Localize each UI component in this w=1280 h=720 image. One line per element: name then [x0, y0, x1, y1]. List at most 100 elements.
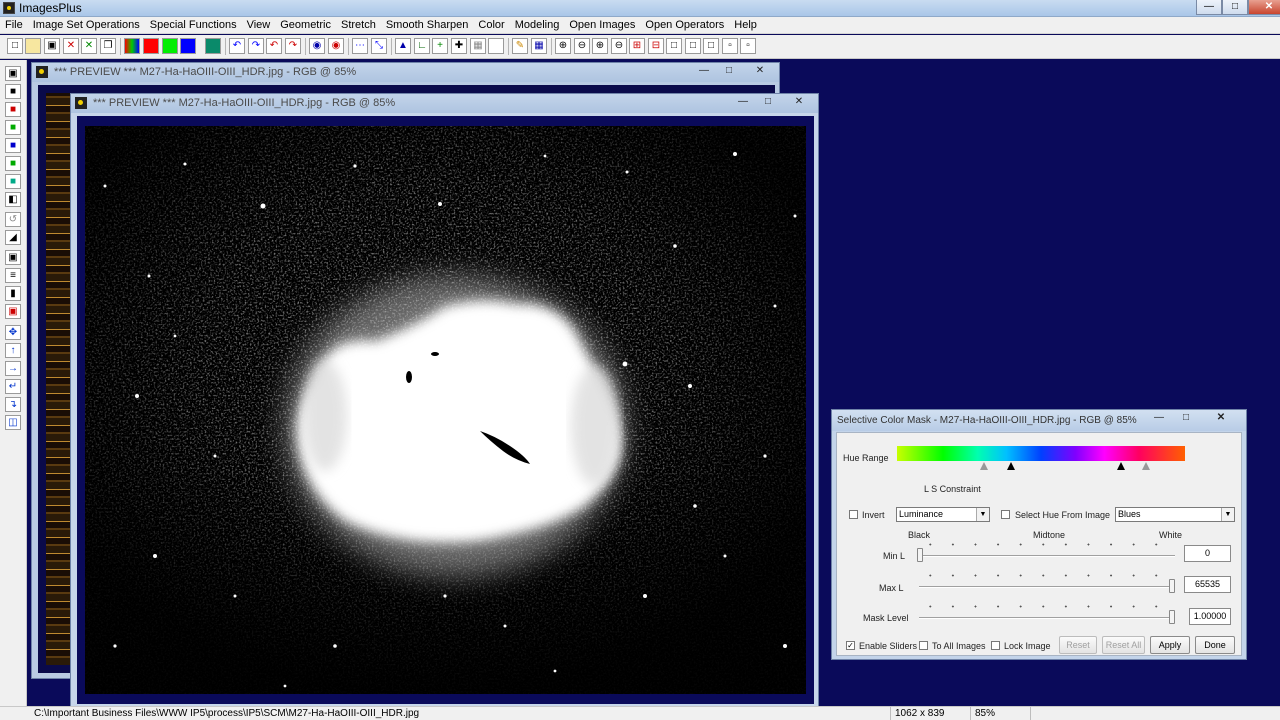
luminance-icon[interactable]	[205, 38, 221, 54]
select-area-icon[interactable]: ⤡	[371, 38, 387, 54]
grid-icon[interactable]: ▦	[470, 38, 486, 54]
reload-icon[interactable]: ↺	[5, 212, 21, 227]
close-icon[interactable]: ✕	[742, 64, 778, 79]
redo-icon[interactable]: ↷	[248, 38, 264, 54]
blue-channel-icon[interactable]	[180, 38, 196, 54]
rgb-channels-icon[interactable]	[124, 38, 140, 54]
max-l-value[interactable]: 65535	[1184, 576, 1231, 593]
crosshair-icon[interactable]: ✚	[451, 38, 467, 54]
mask-preview-image[interactable]	[85, 126, 806, 694]
hue-marker-right-inner[interactable]	[1117, 462, 1125, 470]
maximize-icon[interactable]: □	[1173, 411, 1199, 426]
blue-square-icon[interactable]: ■	[5, 138, 21, 153]
frame-5-icon[interactable]: ▫	[740, 38, 756, 54]
reset-button[interactable]: Reset	[1059, 636, 1097, 654]
rotate-left-icon[interactable]: ↵	[5, 379, 21, 394]
zoom-actual-icon[interactable]: ⊖	[611, 38, 627, 54]
teal-black-icon[interactable]: ■	[5, 174, 21, 189]
zoom-minus-red-icon[interactable]: ⊟	[648, 38, 664, 54]
frame-2-icon[interactable]: □	[685, 38, 701, 54]
red-channel-icon[interactable]	[143, 38, 159, 54]
menu-modeling[interactable]: Modeling	[510, 19, 565, 31]
minimize-icon[interactable]: —	[1146, 411, 1172, 426]
green-black-icon[interactable]: ■	[5, 156, 21, 171]
move-icon[interactable]: ✥	[5, 325, 21, 340]
rotate-right-icon[interactable]: ↴	[5, 397, 21, 412]
done-button[interactable]: Done	[1195, 636, 1235, 654]
frame-1-icon[interactable]: □	[666, 38, 682, 54]
min-l-slider[interactable]	[917, 548, 923, 562]
frame-select-icon[interactable]: ▣	[5, 250, 21, 265]
minimize-icon[interactable]: —	[1196, 0, 1222, 15]
zoom-out-icon[interactable]: ⊖	[574, 38, 590, 54]
gradient-icon[interactable]: ◢	[5, 230, 21, 245]
maximize-icon[interactable]: □	[717, 64, 741, 79]
menu-open-operators[interactable]: Open Operators	[640, 19, 729, 31]
invert-checkbox[interactable]	[849, 510, 858, 519]
minimize-icon[interactable]: —	[692, 64, 716, 79]
green-channel-icon[interactable]	[162, 38, 178, 54]
close-icon[interactable]: ✕	[1200, 411, 1242, 426]
zoom-plus-red-icon[interactable]: ⊞	[629, 38, 645, 54]
menu-image-set-operations[interactable]: Image Set Operations	[28, 19, 145, 31]
arrow-right-icon[interactable]: →	[5, 361, 21, 376]
black-bar-icon[interactable]: ▮	[5, 286, 21, 301]
save-icon[interactable]: ▣	[44, 38, 60, 54]
flip-icon[interactable]: ◫	[5, 415, 21, 430]
hue-spectrum-bar[interactable]	[897, 446, 1185, 461]
reset-all-button[interactable]: Reset All	[1102, 636, 1145, 654]
menu-special-functions[interactable]: Special Functions	[145, 19, 242, 31]
green-square-icon[interactable]: ■	[5, 120, 21, 135]
menu-smooth-sharpen[interactable]: Smooth Sharpen	[381, 19, 474, 31]
mask-red-icon[interactable]: ◉	[328, 38, 344, 54]
list-icon[interactable]: ≡	[5, 268, 21, 283]
copy-icon[interactable]: ❐	[100, 38, 116, 54]
mask-level-value[interactable]: 1.00000	[1189, 608, 1231, 625]
arrow-up-icon[interactable]: ↑	[5, 343, 21, 358]
undo-icon[interactable]: ↶	[229, 38, 245, 54]
select-hue-checkbox[interactable]	[1001, 510, 1010, 519]
new-file-icon[interactable]: □	[7, 38, 23, 54]
minimize-icon[interactable]: —	[731, 95, 755, 110]
apply-button[interactable]: Apply	[1150, 636, 1190, 654]
mask-icon[interactable]: ◉	[309, 38, 325, 54]
open-folder-icon[interactable]	[25, 38, 41, 54]
frame-3-icon[interactable]: □	[703, 38, 719, 54]
black-square-icon[interactable]: ■	[5, 84, 21, 99]
zoom-in-icon[interactable]: ⊕	[555, 38, 571, 54]
red-square-icon[interactable]: ■	[5, 102, 21, 117]
mask-level-slider[interactable]	[1169, 610, 1175, 624]
pencil-icon[interactable]: ✎	[512, 38, 528, 54]
menu-help[interactable]: Help	[729, 19, 762, 31]
blank-tool-icon[interactable]	[488, 38, 504, 54]
curve-icon[interactable]: ∟	[414, 38, 430, 54]
menu-stretch[interactable]: Stretch	[336, 19, 381, 31]
frame-4-icon[interactable]: ▫	[722, 38, 738, 54]
close-image-icon[interactable]: ✕	[63, 38, 79, 54]
plus-icon[interactable]: +	[432, 38, 448, 54]
maximize-icon[interactable]: □	[1222, 0, 1248, 15]
max-l-slider[interactable]	[1169, 579, 1175, 593]
hue-preset-select[interactable]: Blues ▼	[1115, 507, 1235, 522]
redo-all-icon[interactable]: ↷	[285, 38, 301, 54]
hue-marker-left-outer[interactable]	[980, 462, 988, 470]
zoom-region-icon[interactable]: ▣	[5, 304, 21, 319]
ls-constraint-select[interactable]: Luminance ▼	[896, 507, 990, 522]
hue-marker-left-inner[interactable]	[1007, 462, 1015, 470]
hue-marker-right-outer[interactable]	[1142, 462, 1150, 470]
menu-view[interactable]: View	[242, 19, 276, 31]
menu-color[interactable]: Color	[473, 19, 509, 31]
save-small-icon[interactable]: ▣	[5, 66, 21, 81]
close-all-icon[interactable]: ✕	[81, 38, 97, 54]
close-icon[interactable]: ✕	[781, 95, 817, 110]
dots-icon[interactable]: ⋯	[352, 38, 368, 54]
to-all-images-checkbox[interactable]	[919, 641, 928, 650]
close-icon[interactable]: ✕	[1248, 0, 1280, 15]
min-l-value[interactable]: 0	[1184, 545, 1231, 562]
black-white-icon[interactable]: ◧	[5, 192, 21, 207]
undo-all-icon[interactable]: ↶	[266, 38, 282, 54]
menu-open-images[interactable]: Open Images	[564, 19, 640, 31]
preview-window-front[interactable]: *** PREVIEW *** M27-Ha-HaOIII-OIII_HDR.j…	[70, 93, 819, 709]
menu-geometric[interactable]: Geometric	[275, 19, 336, 31]
histogram-icon[interactable]: ▲	[395, 38, 411, 54]
